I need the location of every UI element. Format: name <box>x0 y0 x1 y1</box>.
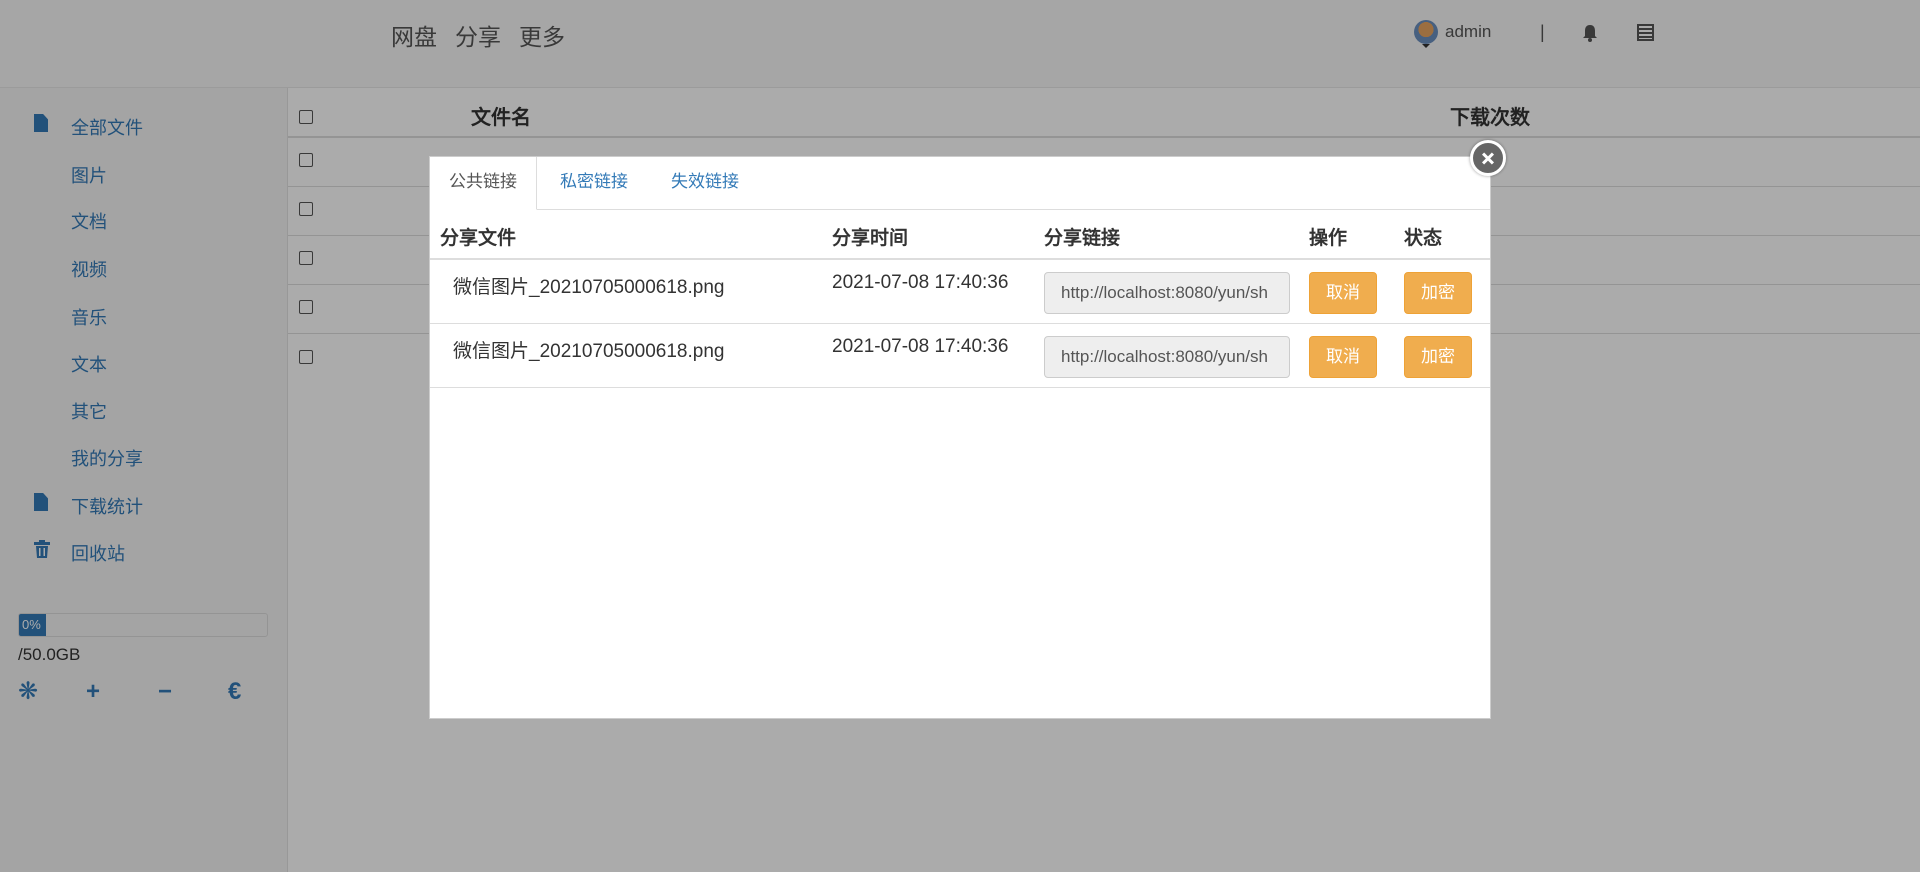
cancel-share-button[interactable]: 取消 <box>1309 272 1377 314</box>
encrypt-button[interactable]: 加密 <box>1404 336 1472 378</box>
table-row: 微信图片_20210705000618.png 2021-07-08 17:40… <box>430 324 1490 388</box>
share-link-field[interactable] <box>1044 336 1290 378</box>
close-icon[interactable] <box>1470 140 1506 176</box>
share-time: 2021-07-08 17:40:36 <box>832 336 1009 357</box>
tab-private-links[interactable]: 私密链接 <box>541 157 647 210</box>
cancel-share-button[interactable]: 取消 <box>1309 336 1377 378</box>
column-status: 状态 <box>1404 228 1443 249</box>
tab-public-links[interactable]: 公共链接 <box>430 157 537 210</box>
share-table-header: 分享文件 分享时间 分享链接 操作 状态 <box>430 210 1490 260</box>
column-share-time: 分享时间 <box>832 228 909 249</box>
column-share-file: 分享文件 <box>440 228 517 249</box>
share-link-field[interactable] <box>1044 272 1290 314</box>
share-file-name: 微信图片_20210705000618.png <box>453 341 725 362</box>
share-time: 2021-07-08 17:40:36 <box>832 272 1009 293</box>
share-links-modal: 公共链接 私密链接 失效链接 分享文件 分享时间 分享链接 操作 状态 微信图片… <box>429 156 1491 719</box>
share-table: 分享文件 分享时间 分享链接 操作 状态 微信图片_20210705000618… <box>430 210 1490 388</box>
tab-expired-links[interactable]: 失效链接 <box>652 157 758 210</box>
share-file-name: 微信图片_20210705000618.png <box>453 277 725 298</box>
share-tabs: 公共链接 私密链接 失效链接 <box>430 157 1490 210</box>
table-row: 微信图片_20210705000618.png 2021-07-08 17:40… <box>430 260 1490 324</box>
encrypt-button[interactable]: 加密 <box>1404 272 1472 314</box>
column-action: 操作 <box>1309 228 1348 249</box>
column-share-link: 分享链接 <box>1044 228 1121 249</box>
